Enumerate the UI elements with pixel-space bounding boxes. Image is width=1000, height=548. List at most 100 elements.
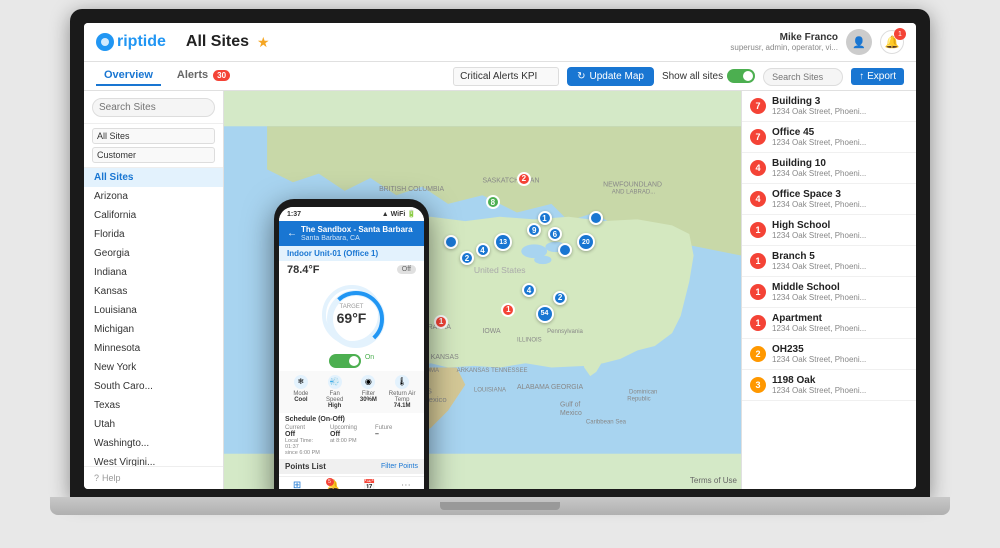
site-info: Building 101234 Oak Street, Phoeni... bbox=[772, 158, 908, 178]
unit-temp-row: 78.4°F Off bbox=[279, 261, 424, 279]
sidebar-search-area bbox=[84, 91, 223, 124]
site-name: Branch 5 bbox=[772, 251, 908, 262]
site-info: Office Space 31234 Oak Street, Phoeni... bbox=[772, 189, 908, 209]
toolbar-search-input[interactable] bbox=[763, 68, 843, 86]
sidebar-item-michigan[interactable]: Michigan bbox=[84, 320, 223, 339]
schedule-title: Schedule (On-Off) bbox=[285, 416, 418, 423]
tab-alerts[interactable]: Alerts 30 bbox=[169, 66, 238, 86]
site-address: 1234 Oak Street, Phoeni... bbox=[772, 262, 908, 271]
tab-overview[interactable]: Overview bbox=[96, 66, 161, 86]
sidebar-item-all-sites[interactable]: All Sites bbox=[84, 168, 223, 187]
all-sites-filter[interactable]: All Sites bbox=[92, 128, 215, 144]
site-item[interactable]: 7Building 31234 Oak Street, Phoeni... bbox=[742, 91, 916, 122]
sidebar-search-input[interactable] bbox=[92, 98, 215, 117]
map-marker[interactable]: 1 bbox=[501, 303, 515, 317]
sidebar-item-california[interactable]: California bbox=[84, 206, 223, 225]
site-name: Middle School bbox=[772, 282, 908, 293]
terms-of-use-link[interactable]: Terms of Use bbox=[690, 476, 737, 485]
site-item[interactable]: 1 Apartment1234 Oak Street, Phoeni... bbox=[742, 308, 916, 339]
sidebar-item-westvirginia[interactable]: West Virgini... bbox=[84, 453, 223, 466]
site-item[interactable]: 1High School1234 Oak Street, Phoeni... bbox=[742, 215, 916, 246]
sites-nav-icon: ⊞ bbox=[293, 480, 301, 489]
show-all-sites-toggle: Show all sites bbox=[662, 69, 755, 83]
sidebar-item-louisiana[interactable]: Louisiana bbox=[84, 301, 223, 320]
site-name: Office 45 bbox=[772, 127, 908, 138]
sidebar-item-arizona[interactable]: Arizona bbox=[84, 187, 223, 206]
map-marker[interactable]: 9 bbox=[527, 223, 541, 237]
sidebar-item-washington[interactable]: Washingto... bbox=[84, 434, 223, 453]
site-alert-icon: 3 bbox=[750, 377, 766, 393]
export-button[interactable]: ↑ Export bbox=[851, 68, 904, 85]
filter-points-button[interactable]: Filter Points bbox=[381, 463, 418, 470]
avatar[interactable]: 👤 bbox=[846, 29, 872, 55]
map-marker[interactable]: 2 bbox=[460, 251, 474, 265]
sidebar-item-minnesota[interactable]: Minnesota bbox=[84, 339, 223, 358]
power-toggle[interactable] bbox=[329, 354, 361, 368]
mode-value-filter: 30%M bbox=[360, 397, 377, 403]
update-map-button[interactable]: ↻ Update Map bbox=[567, 67, 654, 86]
phone-nav-schedules[interactable]: 📅 Schedules bbox=[352, 480, 388, 489]
site-item[interactable]: 7Office 451234 Oak Street, Phoeni... bbox=[742, 122, 916, 153]
phone-nav-sites[interactable]: ⊞ Sites bbox=[279, 480, 315, 489]
site-address: 1234 Oak Street, Phoeni... bbox=[772, 324, 908, 333]
user-name: Mike Franco bbox=[730, 32, 838, 43]
phone-nav-more[interactable]: ⋯ More bbox=[388, 480, 424, 489]
map-marker[interactable]: 13 bbox=[494, 233, 512, 251]
map-marker[interactable]: 6 bbox=[548, 227, 562, 241]
map-marker[interactable]: 2 bbox=[553, 291, 567, 305]
sidebar-item-kansas[interactable]: Kansas bbox=[84, 282, 223, 301]
sidebar-item-texas[interactable]: Texas bbox=[84, 396, 223, 415]
mode-value-return-air: 74.1M bbox=[394, 403, 411, 409]
sidebar-item-southcarolina[interactable]: South Caro... bbox=[84, 377, 223, 396]
tab-toolbar: Overview Alerts 30 Critical Alerts KPI ↻… bbox=[84, 62, 916, 91]
sidebar: All Sites Customer All Sites Arizona Cal… bbox=[84, 91, 224, 489]
site-item[interactable]: 31198 Oak1234 Oak Street, Phoeni... bbox=[742, 370, 916, 401]
map-marker[interactable]: 4 bbox=[522, 283, 536, 297]
phone-back-button[interactable]: ← bbox=[287, 228, 297, 239]
sidebar-item-indiana[interactable]: Indiana bbox=[84, 263, 223, 282]
mode-label-return-air: Return Air Temp bbox=[388, 391, 416, 403]
kpi-filter-dropdown[interactable]: Critical Alerts KPI bbox=[453, 67, 559, 86]
site-item[interactable]: 4Office Space 31234 Oak Street, Phoeni..… bbox=[742, 184, 916, 215]
notification-badge: 1 bbox=[894, 28, 906, 40]
site-alert-icon: 1 bbox=[750, 315, 766, 331]
content-wrapper: BRITISH COLUMBIA SASKATCHEWAN NEWFOUNDLA… bbox=[224, 91, 916, 489]
phone-signal-icons: ▲ WiFi 🔋 bbox=[382, 210, 416, 218]
favorite-star-icon[interactable]: ★ bbox=[257, 34, 270, 51]
map-marker[interactable] bbox=[558, 243, 572, 257]
map-marker[interactable] bbox=[444, 235, 458, 249]
map-marker[interactable]: 2 bbox=[517, 172, 531, 186]
return-air-icon: 🌡 bbox=[395, 375, 409, 389]
map-marker[interactable]: 1 bbox=[538, 211, 552, 225]
site-item[interactable]: 2OH2351234 Oak Street, Phoeni... bbox=[742, 339, 916, 370]
sidebar-content: All Sites Customer All Sites Arizona Cal… bbox=[84, 91, 223, 489]
phone-nav-alerts[interactable]: 🔔 Alerts 5 bbox=[315, 480, 351, 489]
map-marker[interactable]: 54 bbox=[536, 305, 554, 323]
show-all-toggle-switch[interactable] bbox=[727, 69, 755, 83]
site-name: Building 10 bbox=[772, 158, 908, 169]
laptop-notch bbox=[440, 502, 560, 510]
sidebar-item-newyork[interactable]: New York bbox=[84, 358, 223, 377]
sidebar-item-utah[interactable]: Utah bbox=[84, 415, 223, 434]
customer-filter[interactable]: Customer bbox=[92, 147, 215, 163]
site-address: 1234 Oak Street, Phoeni... bbox=[772, 107, 908, 116]
sidebar-item-georgia[interactable]: Georgia bbox=[84, 244, 223, 263]
site-item[interactable]: 1Branch 51234 Oak Street, Phoeni... bbox=[742, 246, 916, 277]
site-name: Apartment bbox=[772, 313, 908, 324]
site-item[interactable]: 1Middle School1234 Oak Street, Phoeni... bbox=[742, 277, 916, 308]
map-marker[interactable]: 8 bbox=[486, 195, 500, 209]
map-marker[interactable] bbox=[589, 211, 603, 225]
map-marker[interactable]: 4 bbox=[476, 243, 490, 257]
sites-panel: 7Building 31234 Oak Street, Phoeni...7Of… bbox=[741, 91, 916, 489]
map-marker[interactable]: 1 bbox=[434, 315, 448, 329]
site-item[interactable]: 4Building 101234 Oak Street, Phoeni... bbox=[742, 153, 916, 184]
site-alert-icon: 2 bbox=[750, 346, 766, 362]
sidebar-item-florida[interactable]: Florida bbox=[84, 225, 223, 244]
phone-bottom-nav: ⊞ Sites 🔔 Alerts 5 📅 S bbox=[279, 476, 424, 489]
mode-icon-cool: ❄ bbox=[294, 375, 308, 389]
map-marker[interactable]: 20 bbox=[577, 233, 595, 251]
alerts-nav-badge: 5 bbox=[326, 478, 334, 486]
target-label: TARGET bbox=[337, 304, 367, 310]
notifications-button[interactable]: 🔔 1 bbox=[880, 30, 904, 54]
unit-header: Indoor Unit-01 (Office 1) bbox=[279, 246, 424, 261]
